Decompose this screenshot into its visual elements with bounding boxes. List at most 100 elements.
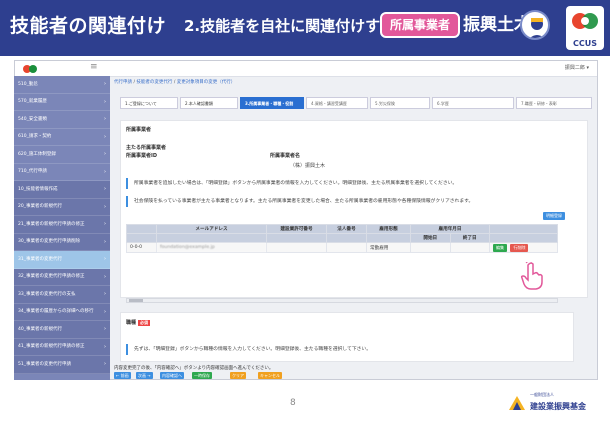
sidebar-item[interactable]: 510_勤怠 › — [14, 76, 110, 94]
sidebar-item[interactable]: 31_事業者の変更代行 › — [14, 251, 110, 269]
col-header-start: 開始日 — [410, 233, 451, 243]
edit-button[interactable]: 編集 — [493, 243, 507, 252]
sidebar-item[interactable]: 610_請求・契約 › — [14, 129, 110, 146]
clear-button[interactable]: クリア — [230, 372, 246, 379]
hand-cursor-icon — [520, 262, 543, 290]
chevron-right-icon: › — [104, 186, 106, 193]
step-tab[interactable]: 3.所属事業者・職種・役割 — [240, 97, 304, 109]
sidebar-item-label: 34_事業者の履歴からの詳細への移行 — [18, 309, 94, 315]
sidebar-item-label: 31_事業者の変更代行 — [18, 256, 62, 262]
sidebar-item[interactable]: 570_就業履歴 › — [14, 94, 110, 111]
step-tab[interactable]: 4.資格・講習受講歴 — [306, 97, 368, 109]
step-tab[interactable]: 2.本人確認書類 — [180, 97, 238, 109]
col-header-employment: 雇用形態 — [366, 224, 411, 234]
footer-note: 内容変更完了の後、「内容確認へ」ボタンより内容確認画面へ進んでください。 — [114, 366, 274, 371]
sidebar-item[interactable]: 620_施工体制登録 › — [14, 146, 110, 164]
foundation-logo-icon — [509, 396, 525, 410]
sidebar-item[interactable]: 540_安全書類 › — [14, 111, 110, 129]
table-scrollbar[interactable] — [126, 298, 558, 303]
row-email: foundation@example.jp — [156, 242, 267, 253]
sidebar-item-label: 40_事業者の新規代行 — [18, 326, 62, 332]
sidebar-item[interactable]: 34_事業者の履歴からの詳細への移行 › — [14, 303, 110, 321]
chevron-right-icon: › — [104, 326, 106, 333]
foundation-name: 建設業振興基金 — [530, 402, 586, 411]
step-tab[interactable]: 5.労災保険 — [370, 97, 430, 109]
table-row: 0-0-0 foundation@example.jp 常勤雇用 編集 行削除 — [126, 242, 558, 253]
main-affiliation-label: 主たる所属事業者 — [126, 145, 167, 151]
breadcrumb: 代行申請 / 技能者の変更代行 / 変更対象項目の変更（代行） — [114, 80, 236, 85]
breadcrumb-item[interactable]: 代行申請 — [114, 80, 132, 85]
sidebar-item-label: 21_事業者の新規代行申請の修正 — [18, 221, 85, 227]
step-tab[interactable]: 6.学歴 — [432, 97, 514, 109]
confirm-button[interactable]: 内容確認へ — [160, 372, 184, 379]
chevron-right-icon: › — [104, 151, 106, 158]
next-button[interactable]: 次画 → — [136, 372, 153, 379]
sidebar-item[interactable]: 20_事業者の新規代行 › — [14, 198, 110, 216]
sidebar-item-label: 30_事業者の変更代行申請削除 — [18, 239, 80, 245]
page-number: 8 — [290, 398, 296, 408]
step-tab[interactable]: 7.職歴・研修・表彰 — [516, 97, 592, 109]
affiliation-id-label: 所属事業者ID — [126, 153, 158, 159]
col-header-corp-no: 法人番号 — [326, 224, 367, 234]
sidebar-item[interactable]: 40_事業者の新規代行 › — [14, 321, 110, 339]
occupation-title-text: 職種 — [126, 320, 137, 326]
sidebar-item-label: 540_安全書類 — [18, 116, 47, 122]
sidebar-item[interactable]: 33_事業者の変更代行の支払 › — [14, 286, 110, 304]
role-tag: 所属事業者 — [380, 12, 460, 38]
sidebar-item[interactable]: 10_技能者情報作成 › — [14, 181, 110, 199]
sidebar-item-label: 51_事業者の変更代行申請 — [18, 361, 71, 367]
sidebar-item-label: 710_代行申請 — [18, 169, 47, 175]
col-header-employment-date: 雇用年月日 — [410, 224, 490, 234]
sidebar-item[interactable]: 21_事業者の新規代行申請の修正 › — [14, 216, 110, 234]
slide-subtitle: 2.技能者を自社に関連付けする — [184, 17, 396, 35]
chevron-right-icon: › — [104, 343, 106, 350]
sidebar-item-label: 33_事業者の変更代行の支払 — [18, 291, 76, 297]
affiliation-name-value: （株）振興土木 — [290, 163, 326, 169]
breadcrumb-item[interactable]: 技能者の変更代行 — [136, 80, 172, 85]
foundation-small-label: 一般財団法人 — [530, 392, 554, 397]
user-menu[interactable]: 振興二郎 ▾ — [565, 64, 589, 71]
step-tab[interactable]: 1.ご登録について — [120, 97, 178, 109]
occupation-section-title: 職種 必須 — [126, 319, 151, 326]
col-header-actions — [489, 224, 558, 234]
chevron-right-icon: › — [104, 168, 106, 175]
step-tabs: 1.ご登録について 2.本人確認書類 3.所属事業者・職種・役割 4.資格・講習受講歴… — [120, 97, 592, 109]
affiliation-name-label: 所属事業者名 — [270, 153, 301, 159]
breadcrumb-current: 変更対象項目の変更（代行） — [176, 80, 236, 85]
prev-button[interactable]: ← 前画 — [114, 372, 131, 379]
chevron-right-icon: › — [104, 238, 106, 245]
add-detail-button[interactable]: 明細登録 — [543, 212, 565, 220]
sidebar-item[interactable]: 30_事業者の変更代行申請削除 › — [14, 233, 110, 251]
chevron-right-icon: › — [104, 221, 106, 228]
chevron-right-icon: › — [104, 98, 106, 105]
avatar-icon — [520, 10, 550, 40]
col-header-end: 終了日 — [449, 233, 490, 243]
temp-save-button[interactable]: 一時保存 — [192, 372, 212, 379]
sidebar-item-label: 510_勤怠 — [18, 81, 38, 87]
app-logo-icon — [23, 65, 37, 73]
scrollbar-thumb[interactable] — [129, 299, 143, 302]
sidebar-item-label: 20_事業者の新規代行 — [18, 204, 62, 210]
sidebar-item-label: 41_事業者の新規代行申請の修正 — [18, 344, 85, 350]
sidebar-item-label: 570_就業履歴 — [18, 99, 47, 105]
ccus-label: CCUS — [573, 39, 597, 48]
cancel-button[interactable]: キャンセル — [258, 372, 282, 379]
col-header-select — [126, 224, 157, 234]
slide-title: 技能者の関連付け — [10, 15, 167, 37]
sidebar-item[interactable]: 32_事業者の変更代行申請の修正 › — [14, 268, 110, 286]
menu-toggle-icon[interactable]: ≡ — [90, 62, 98, 72]
sidebar-item[interactable]: 51_事業者の変更代行申請 › — [14, 356, 110, 374]
sidebar-item[interactable]: 41_事業者の新規代行申請の修正 › — [14, 338, 110, 356]
sidebar-item-label: 610_請求・契約 — [18, 134, 52, 140]
delete-row-button[interactable]: 行削除 — [510, 243, 529, 252]
chevron-right-icon: › — [104, 116, 106, 123]
required-badge: 必須 — [138, 320, 151, 326]
chevron-right-icon: › — [104, 308, 106, 315]
app-topbar: ≡ 振興二郎 ▾ — [15, 61, 597, 77]
chevron-right-icon: › — [104, 203, 106, 210]
chevron-right-icon: › — [104, 133, 106, 140]
chevron-right-icon: › — [104, 291, 106, 298]
sidebar-item[interactable]: 710_代行申請 › — [14, 164, 110, 181]
col-header-permit: 建設業許可番号 — [266, 224, 327, 234]
chevron-right-icon: › — [104, 256, 106, 263]
